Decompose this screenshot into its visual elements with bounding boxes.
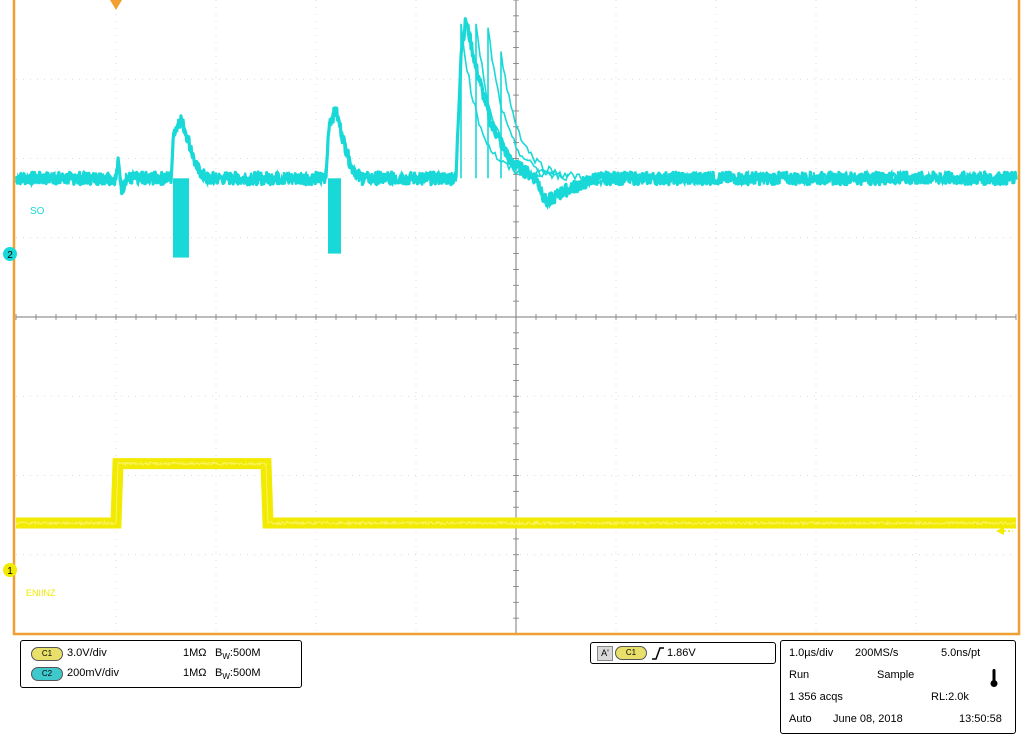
rising-edge-icon (652, 647, 664, 660)
c2-bandwidth: BW:500M (215, 667, 260, 681)
ch2-ground-marker: 2 (3, 247, 17, 261)
ch2-marker-label: 2 (7, 250, 13, 261)
sample-rate: 200MS/s (855, 647, 899, 659)
c1-impedance: 1MΩ (183, 647, 207, 659)
trigger-source-badge: A' (597, 646, 613, 661)
thermometer-icon (990, 669, 998, 687)
capture-time: 13:50:58 (959, 713, 1002, 725)
acquisition-panel[interactable]: 1.0µs/div 200MS/s 5.0ns/pt Run Sample 1 … (780, 640, 1016, 734)
c1-bw-sub: W (222, 652, 230, 662)
c1-scale: 3.0V/div (67, 647, 107, 659)
c1-badge: C1 (31, 647, 63, 662)
c2-bw-value: :500M (229, 667, 261, 679)
channel-row-c2[interactable]: C2 (31, 667, 63, 682)
trigger-mode: Auto (789, 713, 812, 725)
c2-scale: 200mV/div (67, 667, 119, 679)
acquisition-mode: Sample (877, 669, 915, 681)
trigger-channel-badge: C1 (615, 646, 647, 660)
resolution: 5.0ns/pt (941, 647, 981, 659)
ch2-burst (173, 178, 189, 258)
record-length: RL:2.0k (931, 691, 969, 703)
ch1-trace-label: ENIINZ (26, 588, 56, 598)
c2-bw-sub: W (222, 672, 230, 682)
trigger-settings-panel[interactable]: A' C1 1.86V (590, 642, 776, 664)
channel-row-c1[interactable]: C1 (31, 647, 63, 662)
ch2-trace-label: SO (30, 206, 45, 217)
oscilloscope-display: 2 1 SO ENIINZ (3, 0, 1021, 636)
run-state: Run (789, 669, 810, 681)
channel-settings-panel[interactable]: C1 3.0V/div 1MΩ BW:500M C2 200mV/div 1MΩ… (20, 640, 302, 688)
c2-badge: C2 (31, 667, 63, 682)
c2-impedance: 1MΩ (183, 667, 207, 679)
ch1-marker-label: 1 (7, 566, 13, 577)
ch1-ground-marker: 1 (3, 563, 17, 577)
acquisition-count: 1 356 acqs (789, 691, 843, 703)
capture-date: June 08, 2018 (833, 713, 903, 725)
c1-bw-value: :500M (229, 647, 261, 659)
ch2-burst (328, 178, 341, 254)
trigger-level: 1.86V (667, 647, 696, 659)
c1-bandwidth: BW:500M (215, 647, 260, 661)
trigger-channel-badge-wrap: C1 (615, 646, 647, 660)
timebase: 1.0µs/div (789, 647, 834, 659)
